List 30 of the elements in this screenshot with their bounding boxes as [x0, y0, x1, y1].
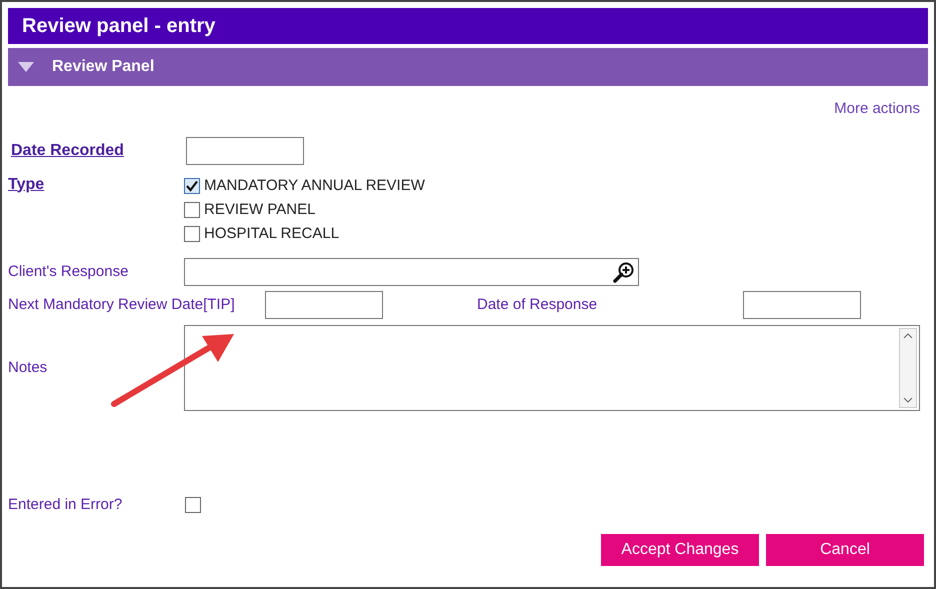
field-label: Entered in Error? [8, 497, 124, 512]
checkbox[interactable] [184, 178, 200, 194]
option-label: MANDATORY ANNUAL REVIEW [204, 178, 425, 193]
checkbox[interactable] [185, 496, 201, 512]
section-header[interactable]: Review Panel [8, 48, 928, 86]
field-label-link[interactable]: Date Recorded [8, 138, 186, 162]
more-actions-link[interactable]: More actions [834, 98, 920, 120]
option-label: HOSPITAL RECALL [204, 226, 340, 241]
checkbox[interactable] [184, 226, 200, 242]
date-field[interactable] [743, 290, 861, 318]
field-label: Notes [8, 360, 48, 375]
field-label: Date of Response [477, 297, 598, 312]
option-label: REVIEW PANEL [204, 202, 316, 217]
field-label: Client's Response [8, 264, 130, 279]
date-field[interactable] [265, 290, 383, 318]
cancel-button[interactable]: Cancel [766, 534, 924, 566]
date-recorded-field[interactable] [186, 136, 304, 164]
scroll-down-icon[interactable] [903, 396, 913, 402]
section-title: Review Panel [52, 57, 154, 77]
notes-field[interactable] [184, 324, 920, 410]
field-label: Next Mandatory Review Date[TIP] [8, 297, 236, 312]
zoom-in-icon [613, 260, 635, 282]
checkbox[interactable] [184, 202, 200, 218]
checkmark-icon [186, 180, 198, 192]
field-label-link[interactable]: Type [8, 176, 184, 242]
scroll-up-icon[interactable] [903, 332, 913, 338]
accept-button[interactable]: Accept Changes [601, 534, 759, 566]
window-title: Review panel - entry [8, 8, 928, 44]
clients-response-field[interactable] [184, 258, 639, 286]
scrollbar[interactable] [899, 328, 917, 408]
